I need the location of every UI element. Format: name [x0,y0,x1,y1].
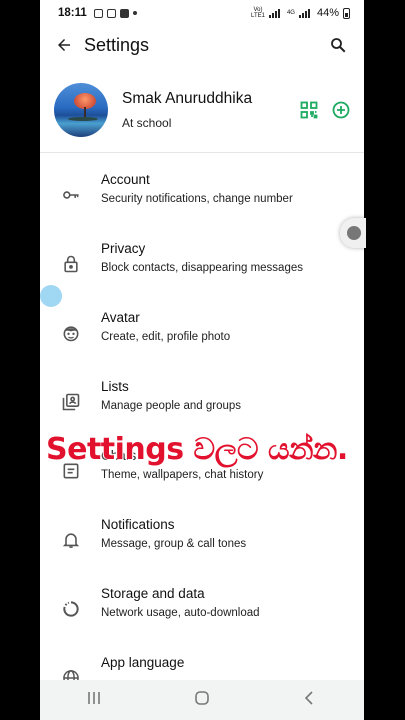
menu-item-subtitle: Block contacts, disappearing messages [101,262,303,274]
search-icon[interactable] [326,33,350,57]
menu-item-subtitle: Manage people and groups [101,400,242,412]
back-arrow-icon[interactable] [52,33,76,57]
back-nav-icon[interactable] [301,689,319,712]
notification-icon [106,8,116,18]
menu-item-lists[interactable]: Lists Manage people and groups [40,367,364,436]
battery-icon [343,7,350,19]
avatar[interactable] [54,83,108,137]
menu-item-account[interactable]: Account Security notifications, change n… [40,160,364,229]
menu-item-title: Account [101,172,150,187]
system-nav-bar [40,680,364,720]
volte-icon: Vo) LTE1 [251,7,265,19]
recent-apps-icon[interactable] [85,690,103,711]
status-bar: 18:11 Vo) LTE1 4G 44% [40,0,364,26]
storage-icon [60,598,82,620]
battery-percent: 44% [316,7,339,19]
menu-item-subtitle: Security notifications, change number [101,193,293,205]
more-notifications-icon [132,11,137,15]
menu-item-privacy[interactable]: Privacy Block contacts, disappearing mes… [40,229,364,298]
add-account-icon[interactable] [330,99,352,121]
bell-icon [60,529,82,551]
facebook-icon [119,8,129,18]
menu-item-subtitle: Create, edit, profile photo [101,331,231,343]
menu-item-subtitle: Network usage, auto-download [101,607,260,619]
network-type: 4G [286,10,295,16]
signal-icon [298,8,313,18]
video-caption: Settings වලට යන්න. [46,432,348,467]
status-time: 18:11 [58,7,87,19]
floating-bubble[interactable] [340,218,366,248]
menu-item-title: Notifications [101,517,175,532]
signal-icon [268,8,283,18]
menu-item-title: App language [101,655,185,670]
menu-item-notifications[interactable]: Notifications Message, group & call tone… [40,505,364,574]
notification-icon [93,8,103,18]
menu-item-title: Storage and data [101,586,205,601]
phone-screen: 18:11 Vo) LTE1 4G 44% Settings Smak Anur… [40,0,364,720]
menu-item-title: Lists [101,379,129,394]
avatar-face-icon [60,322,82,344]
divider [40,152,364,153]
app-bar: Settings [40,26,364,64]
menu-item-subtitle: Theme, wallpapers, chat history [101,469,264,481]
key-icon [60,184,82,206]
menu-item-subtitle: Message, group & call tones [101,538,247,550]
home-icon[interactable] [193,689,211,712]
lists-icon [60,391,82,413]
floating-touch-indicator [40,285,62,307]
profile-name: Smak Anuruddhika [122,90,253,107]
menu-item-title: Avatar [101,310,140,325]
lock-icon [60,253,82,275]
menu-item-storage[interactable]: Storage and data Network usage, auto-dow… [40,574,364,643]
page-title: Settings [84,34,150,55]
profile-status: At school [122,116,172,130]
profile-row[interactable]: Smak Anuruddhika At school [40,68,364,152]
menu-item-avatar[interactable]: Avatar Create, edit, profile photo [40,298,364,367]
qr-code-icon[interactable] [298,99,320,121]
menu-item-title: Privacy [101,241,146,256]
